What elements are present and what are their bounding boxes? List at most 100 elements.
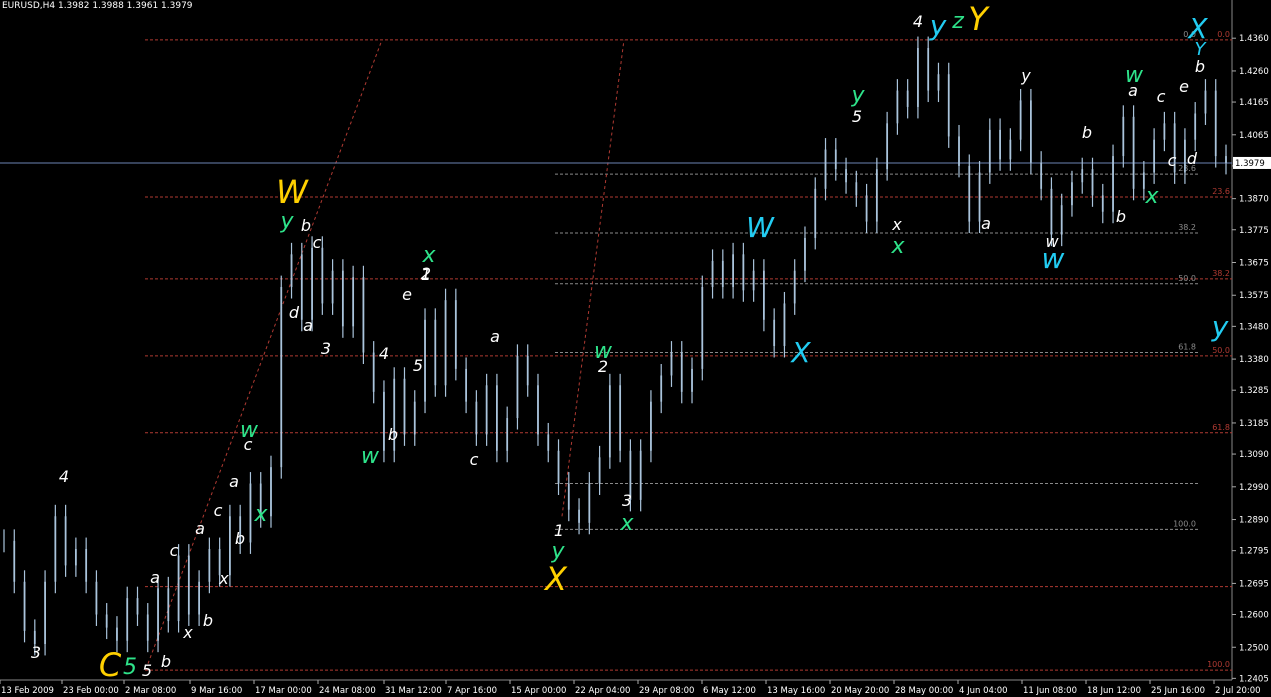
x-tick-label: 4 Jun 04:00 xyxy=(959,686,1008,696)
x-tick-label: 2 Mar 08:00 xyxy=(125,686,176,696)
wave-label-white: y xyxy=(1020,66,1031,85)
fib-label: 50.0 xyxy=(1212,346,1230,355)
wave-label-white: a xyxy=(490,327,500,346)
price-chart[interactable]: 1.43601.42601.41651.40651.39701.38701.37… xyxy=(0,0,1271,697)
x-tick-label: 15 Apr 00:00 xyxy=(511,686,566,696)
wave-label-green: w xyxy=(361,444,380,469)
x-tick-label: 17 Mar 00:00 xyxy=(255,686,312,696)
x-tick-label: 24 Mar 08:00 xyxy=(319,686,376,696)
y-tick-label: 1.3575 xyxy=(1239,291,1269,301)
wave-label-white: e xyxy=(1179,77,1189,96)
wave-label-white: e xyxy=(402,285,412,304)
wave-label-cyan: y xyxy=(1211,310,1229,343)
y-tick-label: 1.4165 xyxy=(1239,98,1269,108)
x-tick-label: 13 May 16:00 xyxy=(767,686,825,696)
chart-window: EURUSD,H4 1.3982 1.3988 1.3961 1.3979 1.… xyxy=(0,0,1271,697)
x-tick-label: 29 Apr 08:00 xyxy=(639,686,694,696)
fib-label: 100.0 xyxy=(1173,519,1196,528)
x-tick-label: 11 Jun 08:00 xyxy=(1023,686,1077,696)
y-tick-label: 1.2890 xyxy=(1239,516,1269,526)
y-tick-label: 1.4260 xyxy=(1239,67,1269,77)
x-tick-label: 22 Apr 04:00 xyxy=(575,686,630,696)
y-tick-label: 1.3285 xyxy=(1239,386,1269,396)
y-tick-label: 1.3675 xyxy=(1239,259,1269,269)
wave-label-white: 5 xyxy=(852,107,862,126)
y-tick-label: 1.3870 xyxy=(1239,195,1269,205)
fib-label: 100.0 xyxy=(1207,660,1230,669)
fib-label: 50.0 xyxy=(1178,274,1196,283)
wave-label-white: c xyxy=(470,450,479,469)
wave-label-white: b xyxy=(1082,123,1092,142)
wave-label-green: x xyxy=(1144,184,1159,209)
wave-label-white: a xyxy=(150,568,160,587)
wave-label-white: x xyxy=(218,569,229,588)
wave-label-white: c xyxy=(313,233,322,252)
wave-label-green: w xyxy=(1125,63,1144,88)
wave-label-green: z xyxy=(951,9,964,34)
wave-label-cyan: W xyxy=(746,211,775,244)
x-tick-label: 31 Mar 12:00 xyxy=(385,686,442,696)
wave-label-white: b xyxy=(161,652,171,671)
wave-label-white: c xyxy=(170,541,179,560)
wave-label-white: 4 xyxy=(59,467,69,486)
y-tick-label: 1.2695 xyxy=(1239,579,1269,589)
wave-label-white: 3 xyxy=(31,643,41,662)
wave-label-white: b xyxy=(301,216,311,235)
wave-label-white: 4 xyxy=(379,344,389,363)
wave-label-white: 4 xyxy=(913,12,923,31)
x-tick-label: 20 May 20:00 xyxy=(831,686,889,696)
y-tick-label: 1.2600 xyxy=(1239,611,1269,621)
wave-label-green: w xyxy=(240,418,259,443)
wave-label-white: 3 xyxy=(321,339,331,358)
x-tick-label: 2 Jul 20:00 xyxy=(1215,686,1261,696)
y-tick-label: 1.3380 xyxy=(1239,355,1269,365)
wave-label-yellow: C xyxy=(99,646,122,684)
x-tick-label: 7 Apr 16:00 xyxy=(447,686,497,696)
y-tick-label: 1.2500 xyxy=(1239,643,1269,653)
wave-label-green: x xyxy=(421,243,436,268)
wave-label-yellow: Y xyxy=(968,0,990,38)
current-price-label: 1.3979 xyxy=(1235,159,1265,169)
wave-label-yellow: W xyxy=(276,173,309,211)
fib-label: 38.2 xyxy=(1178,223,1196,232)
wave-label-white: 1 xyxy=(554,521,564,540)
x-tick-label: 28 May 00:00 xyxy=(895,686,953,696)
y-tick-label: 1.2405 xyxy=(1239,674,1269,684)
y-tick-label: 1.3090 xyxy=(1239,450,1269,460)
wave-label-white: c xyxy=(1157,87,1166,106)
x-tick-label: 9 Mar 16:00 xyxy=(191,686,242,696)
wave-label-white: b xyxy=(235,529,245,548)
wave-label-white: d xyxy=(289,303,300,322)
fib-label: 23.6 xyxy=(1212,187,1230,196)
wave-label-white: x xyxy=(891,215,902,234)
x-tick-label: 6 May 12:00 xyxy=(703,686,756,696)
wave-label-white: b xyxy=(388,425,398,444)
wave-label-white: c xyxy=(214,501,223,520)
x-tick-label: 25 Jun 16:00 xyxy=(1151,686,1205,696)
wave-label-green: x xyxy=(619,511,634,536)
wave-label-white: b xyxy=(203,611,213,630)
y-tick-label: 1.3775 xyxy=(1239,226,1269,236)
wave-label-white: d xyxy=(1187,149,1198,168)
y-tick-label: 1.4065 xyxy=(1239,131,1269,141)
fib-label: 38.2 xyxy=(1212,269,1230,278)
wave-label-white: a xyxy=(195,519,205,538)
wave-label-green: y xyxy=(279,209,294,234)
wave-label-white: c xyxy=(1168,151,1177,170)
wave-label-white: x xyxy=(182,623,193,642)
trend-line xyxy=(147,39,383,664)
wave-label-white: b xyxy=(1116,207,1126,226)
wave-label-green: 5 xyxy=(123,655,137,680)
wave-label-green: y xyxy=(850,83,865,108)
wave-label-white: 5 xyxy=(413,356,423,375)
fib-label: 0.0 xyxy=(1217,30,1230,39)
x-tick-label: 23 Feb 00:00 xyxy=(63,686,119,696)
wave-label-yellow: X xyxy=(543,560,568,598)
fib-label: 61.8 xyxy=(1178,343,1196,352)
wave-label-cyan: X xyxy=(789,336,811,369)
wave-label-cyan: w xyxy=(1042,242,1065,275)
x-tick-label: 18 Jun 12:00 xyxy=(1087,686,1141,696)
y-tick-label: 1.2990 xyxy=(1239,483,1269,493)
y-tick-label: 1.2795 xyxy=(1239,547,1269,557)
fib-label: 61.8 xyxy=(1212,423,1230,432)
